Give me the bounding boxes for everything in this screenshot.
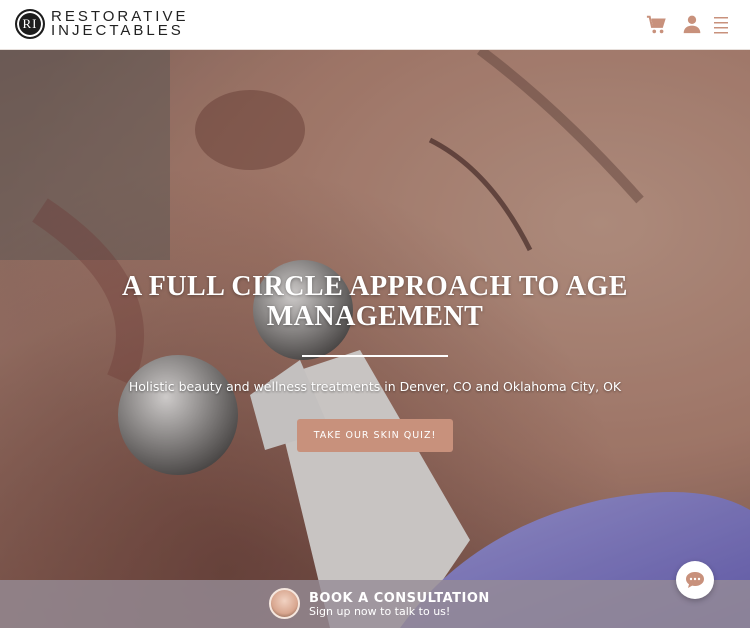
hero-subtitle: Holistic beauty and wellness treatments … <box>128 379 622 394</box>
hero-overlay <box>0 50 750 628</box>
logo-line-2: INJECTABLES <box>51 22 184 39</box>
logo-mark: RI <box>15 9 45 39</box>
cart-icon[interactable] <box>646 14 668 36</box>
site-header: RI RESTORATIVE INJECTABLES <box>0 0 750 50</box>
logo-wordmark: RESTORATIVE INJECTABLES <box>51 9 188 39</box>
consultation-subtitle: Sign up now to talk to us! <box>309 605 451 618</box>
chat-bubble-icon[interactable] <box>676 561 714 599</box>
consultation-title: BOOK A CONSULTATION <box>309 591 490 606</box>
brand-logo[interactable]: RI RESTORATIVE INJECTABLES <box>15 9 188 39</box>
skin-quiz-button[interactable]: TAKE OUR SKIN QUIZ! <box>297 419 453 452</box>
hero-title: A FULL CIRCLE APPROACH TO AGE MANAGEMENT <box>122 271 628 332</box>
menu-icon[interactable] <box>711 14 733 36</box>
consultation-bar[interactable]: BOOK A CONSULTATION Sign up now to talk … <box>0 580 750 628</box>
user-icon[interactable] <box>682 14 704 36</box>
consultant-avatar <box>269 588 300 619</box>
hero-section: A FULL CIRCLE APPROACH TO AGE MANAGEMENT… <box>0 50 750 628</box>
hero-divider <box>302 355 448 357</box>
